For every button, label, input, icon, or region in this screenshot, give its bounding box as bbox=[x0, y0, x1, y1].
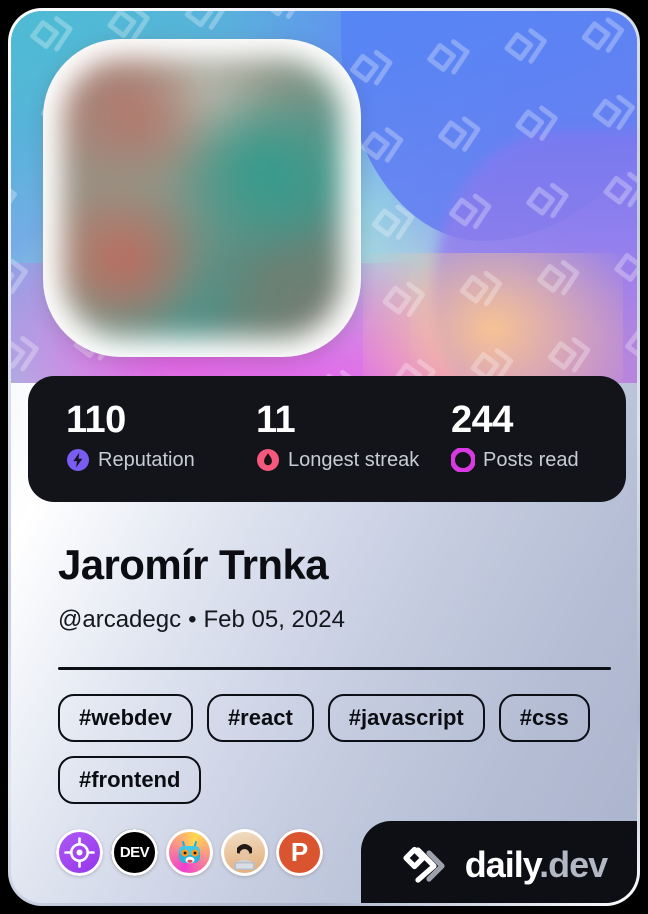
avatar bbox=[43, 39, 361, 357]
person-with-laptop-icon bbox=[234, 844, 255, 870]
stat-reputation-value: 110 bbox=[66, 399, 126, 441]
tag-list: #webdev #react #javascript #css #fronten… bbox=[58, 694, 618, 804]
robot-avatar-badge[interactable] bbox=[166, 829, 213, 876]
reputation-bolt-icon bbox=[67, 449, 89, 471]
profile-card-body: 110 Reputation 11 Longest streak 244 Pos… bbox=[11, 11, 637, 903]
stat-posts-read-value: 244 bbox=[451, 399, 513, 441]
profile-handle: @arcadegc bbox=[58, 606, 182, 633]
brand-name: daily bbox=[464, 844, 540, 885]
posts-read-ring-icon bbox=[451, 448, 475, 472]
product-hunt-badge-label: P bbox=[290, 837, 309, 867]
crosshair-icon bbox=[64, 837, 95, 868]
tag-javascript[interactable]: #javascript bbox=[327, 694, 485, 742]
robot-icon bbox=[179, 841, 200, 864]
profile-joined-date: Feb 05, 2024 bbox=[203, 606, 345, 633]
stat-longest-streak-row: Longest streak bbox=[256, 448, 419, 472]
tag-webdev[interactable]: #webdev bbox=[58, 694, 193, 742]
profile-card: 110 Reputation 11 Longest streak 244 Pos… bbox=[8, 8, 640, 906]
tag-css[interactable]: #css bbox=[498, 694, 590, 742]
meta-separator: • bbox=[188, 606, 197, 633]
profile-name: Jaromír Trnka bbox=[58, 541, 329, 588]
daily-dev-logo: daily.dev bbox=[361, 821, 637, 903]
section-divider bbox=[58, 667, 611, 670]
stat-posts-read-label: Posts read bbox=[483, 449, 579, 471]
profile-meta: @arcadegc • Feb 05, 2024 bbox=[58, 605, 345, 635]
product-hunt-badge[interactable]: P bbox=[276, 829, 323, 876]
target-crosshair-badge[interactable] bbox=[56, 829, 103, 876]
badge-list: DEV P bbox=[56, 829, 323, 876]
daily-dev-wordmark: daily.dev bbox=[464, 844, 608, 885]
devsquad-avatar-badge[interactable] bbox=[221, 829, 268, 876]
daily-dev-logo-mark-icon bbox=[403, 846, 445, 883]
stat-longest-streak-label: Longest streak bbox=[288, 449, 420, 471]
streak-flame-icon bbox=[257, 449, 279, 471]
stat-longest-streak-value: 11 bbox=[256, 399, 296, 441]
stat-reputation: 110 Reputation bbox=[28, 398, 218, 502]
dev-to-badge[interactable]: DEV bbox=[111, 829, 158, 876]
stat-posts-read-row: Posts read bbox=[451, 448, 626, 472]
tag-react[interactable]: #react bbox=[206, 694, 314, 742]
tag-frontend[interactable]: #frontend bbox=[58, 756, 202, 804]
stat-reputation-label: Reputation bbox=[98, 449, 195, 471]
stat-posts-read: 244 Posts read bbox=[413, 398, 626, 502]
brand-suffix: .dev bbox=[539, 844, 608, 885]
stats-bar: 110 Reputation 11 Longest streak 244 Pos… bbox=[28, 376, 626, 502]
avatar-image bbox=[62, 58, 342, 338]
cover-image bbox=[11, 11, 637, 383]
dev-to-badge-label: DEV bbox=[119, 844, 150, 861]
stat-longest-streak: 11 Longest streak bbox=[218, 398, 419, 502]
stat-reputation-row: Reputation bbox=[66, 448, 218, 472]
